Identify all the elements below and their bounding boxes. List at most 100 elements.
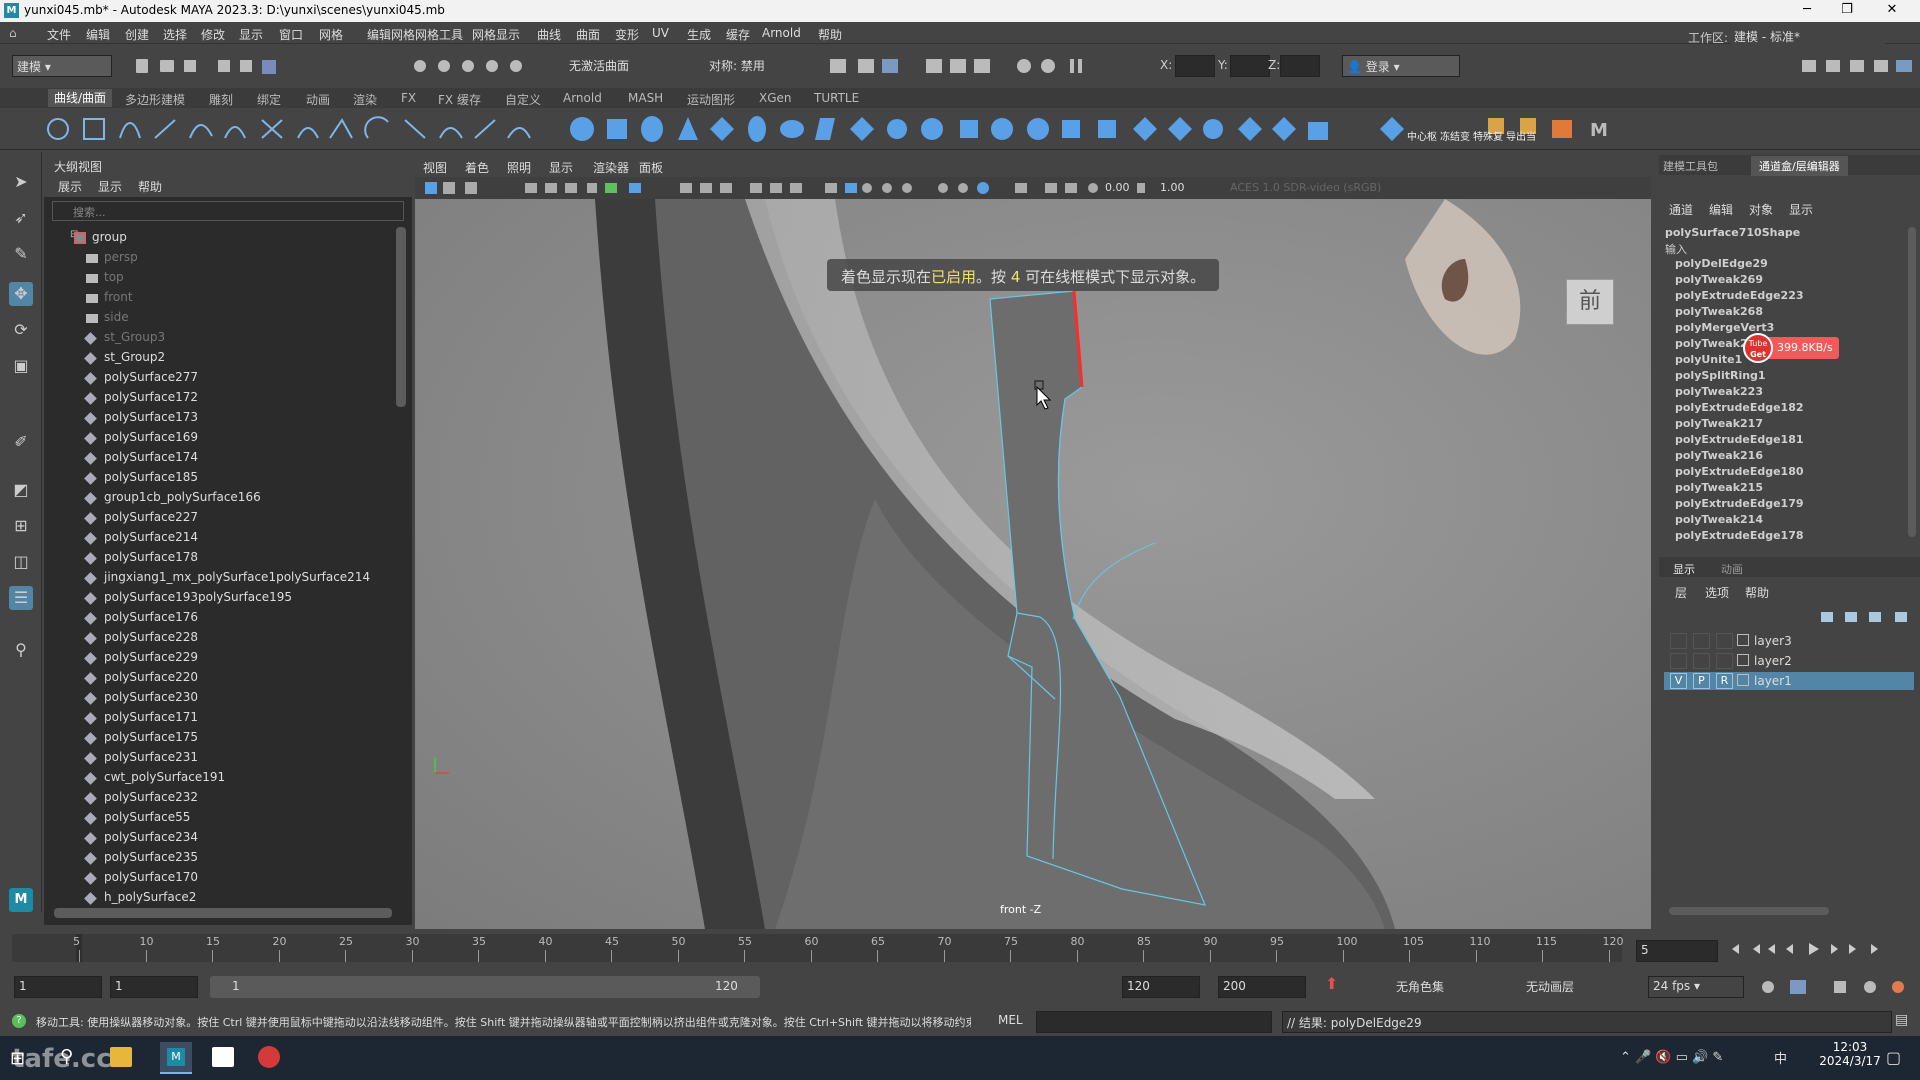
recorder-icon[interactable] bbox=[258, 1046, 280, 1068]
shelf-tab-7[interactable]: FX 缓存 bbox=[438, 91, 481, 108]
layer-menu-2[interactable]: 帮助 bbox=[1745, 584, 1769, 601]
search-icon[interactable]: ⚲ bbox=[9, 638, 33, 662]
tab-modeling-toolkit[interactable]: 建模工具包 bbox=[1663, 158, 1718, 174]
exposure-value[interactable]: 0.00 bbox=[1105, 181, 1130, 194]
menu-16[interactable]: 缓存 bbox=[726, 26, 750, 43]
playback-controls[interactable] bbox=[1725, 938, 1920, 960]
layer-action-icons[interactable] bbox=[1819, 609, 1919, 625]
x-coord-input[interactable] bbox=[1175, 55, 1215, 77]
outliner-h-scrollbar[interactable] bbox=[54, 908, 392, 918]
history-node[interactable]: polyExtrudeEdge223 bbox=[1675, 289, 1804, 302]
outliner-item[interactable]: polySurface277 bbox=[44, 368, 394, 388]
shelf-tab-2[interactable]: 雕刻 bbox=[209, 91, 233, 108]
history-node[interactable]: polyTweak223 bbox=[1675, 385, 1763, 398]
tab-display[interactable]: 显示 bbox=[1673, 561, 1695, 577]
download-badge[interactable]: 399.8KB/s Tube Get bbox=[1725, 333, 1865, 363]
history-node[interactable]: polyTweak217 bbox=[1675, 417, 1763, 430]
outliner-item[interactable]: polySurface231 bbox=[44, 748, 394, 768]
layer-r-toggle[interactable]: R bbox=[1716, 673, 1733, 689]
outliner-item[interactable]: polySurface229 bbox=[44, 648, 394, 668]
menu-13[interactable]: 变形 bbox=[615, 26, 639, 43]
outliner-item[interactable]: jingxiang1_mx_polySurface1polySurface214 bbox=[44, 568, 394, 588]
outliner-item[interactable]: polySurface193polySurface195 bbox=[44, 588, 394, 608]
history-node[interactable]: polyDelEdge29 bbox=[1675, 257, 1768, 270]
playback-option-icons[interactable] bbox=[1752, 976, 1917, 998]
menu-10[interactable]: 网格显示 bbox=[472, 26, 520, 43]
home-icon[interactable]: ⌂ bbox=[9, 26, 17, 40]
outliner-item[interactable]: persp bbox=[44, 248, 394, 268]
menu-17[interactable]: Arnold bbox=[762, 26, 801, 40]
outliner-item[interactable]: h_polySurface2 bbox=[44, 888, 394, 908]
viewcube[interactable]: 前 bbox=[1566, 279, 1614, 325]
viewport-menu-5[interactable]: 面板 bbox=[639, 159, 663, 176]
menu-9[interactable]: 网格工具 bbox=[415, 26, 463, 43]
history-node[interactable]: polyTweak269 bbox=[1675, 273, 1763, 286]
history-node[interactable]: polyTweak216 bbox=[1675, 449, 1763, 462]
two-view-icon[interactable]: ◫ bbox=[9, 550, 33, 574]
range-start-field[interactable]: 1 bbox=[110, 976, 198, 998]
outliner-item[interactable]: polySurface170 bbox=[44, 868, 394, 888]
history-node[interactable]: polyExtrudeEdge180 bbox=[1675, 465, 1804, 478]
history-node[interactable]: polyExtrudeEdge182 bbox=[1675, 401, 1804, 414]
tab-animation[interactable]: 动画 bbox=[1721, 561, 1743, 577]
command-input[interactable] bbox=[1036, 1011, 1272, 1033]
shelf-tab-12[interactable]: XGen bbox=[759, 91, 792, 105]
script-editor-icon[interactable]: ▤ bbox=[1895, 1012, 1908, 1028]
outliner-item[interactable]: polySurface230 bbox=[44, 688, 394, 708]
outliner-menu-0[interactable]: 展示 bbox=[58, 178, 82, 195]
outliner-item[interactable]: polySurface227 bbox=[44, 508, 394, 528]
maximize-button[interactable]: ❐ bbox=[1827, 2, 1867, 20]
colorspace-dropdown[interactable]: ACES 1.0 SDR-video (sRGB) bbox=[1230, 181, 1381, 194]
channelbox-menu-2[interactable]: 对象 bbox=[1749, 201, 1773, 218]
layer-menu-1[interactable]: 选项 bbox=[1705, 584, 1729, 601]
history-node[interactable]: polyTweak215 bbox=[1675, 481, 1763, 494]
shelf-text-button-0[interactable]: 中心枢 bbox=[1407, 128, 1437, 143]
close-button[interactable]: ✕ bbox=[1872, 2, 1912, 20]
outliner-item[interactable]: polySurface214 bbox=[44, 528, 394, 548]
live-surface-field[interactable]: 无激活曲面 bbox=[565, 55, 670, 77]
search-taskbar-icon[interactable]: ⚲ bbox=[60, 1046, 73, 1067]
soft-select-icon[interactable]: ✐ bbox=[9, 430, 33, 454]
app-icon-2[interactable] bbox=[212, 1047, 234, 1067]
y-coord-input[interactable] bbox=[1230, 55, 1270, 77]
script-lang-toggle[interactable]: MEL bbox=[998, 1013, 1023, 1027]
ime-indicator[interactable]: 中 bbox=[1774, 1048, 1787, 1067]
shelf-text-button-1[interactable]: 冻结变 bbox=[1440, 128, 1470, 143]
tray-icons[interactable]: ⌃ 🎤 🔇 ▭ 🔊 ✎ bbox=[1620, 1050, 1723, 1065]
viewport-menu-1[interactable]: 着色 bbox=[465, 159, 489, 176]
shelf-tab-5[interactable]: 渲染 bbox=[353, 91, 377, 108]
channelbox-menu-1[interactable]: 编辑 bbox=[1709, 201, 1733, 218]
outliner-item[interactable]: st_Group3 bbox=[44, 328, 394, 348]
minimize-button[interactable]: ─ bbox=[1787, 2, 1827, 20]
outliner-item[interactable]: polySurface178 bbox=[44, 548, 394, 568]
history-node[interactable]: polyExtrudeEdge179 bbox=[1675, 497, 1804, 510]
outliner-item[interactable]: polySurface169 bbox=[44, 428, 394, 448]
menu-set-dropdown[interactable]: 建模 ▾ bbox=[12, 55, 112, 77]
start-icon[interactable]: ⊞ bbox=[10, 1048, 32, 1070]
outliner-item[interactable]: polySurface172 bbox=[44, 388, 394, 408]
rotate-tool-icon[interactable]: ⟳ bbox=[9, 318, 33, 342]
outliner-item[interactable]: polySurface235 bbox=[44, 848, 394, 868]
menu-8[interactable]: 编辑网格 bbox=[367, 26, 415, 43]
outliner-item[interactable]: polySurface171 bbox=[44, 708, 394, 728]
layer-color-swatch[interactable] bbox=[1737, 634, 1749, 646]
shelf-tab-6[interactable]: FX bbox=[401, 91, 416, 105]
shelf-text-button-3[interactable]: 导出当 bbox=[1506, 128, 1536, 143]
layer-r-toggle[interactable] bbox=[1716, 653, 1733, 669]
range-bar[interactable]: 1 120 bbox=[210, 976, 760, 998]
channelbox-menu-3[interactable]: 显示 bbox=[1789, 201, 1813, 218]
menu-4[interactable]: 修改 bbox=[201, 26, 225, 43]
select-tool-icon[interactable]: ➤ bbox=[9, 170, 33, 194]
outliner-item[interactable]: polySurface173 bbox=[44, 408, 394, 428]
menu-7[interactable]: 网格 bbox=[319, 26, 343, 43]
history-node[interactable]: polyTweak214 bbox=[1675, 513, 1763, 526]
outliner-item[interactable]: polySurface175 bbox=[44, 728, 394, 748]
channelbox-scrollbar[interactable] bbox=[1908, 227, 1916, 537]
outliner-search[interactable]: 搜索... bbox=[52, 201, 404, 221]
menu-11[interactable]: 曲线 bbox=[537, 26, 561, 43]
outliner-item[interactable]: polySurface174 bbox=[44, 448, 394, 468]
shelf-tab-8[interactable]: 自定义 bbox=[505, 91, 541, 108]
outliner-item[interactable]: cwt_polySurface191 bbox=[44, 768, 394, 788]
layer-v-toggle[interactable]: V bbox=[1670, 673, 1687, 689]
layer-row[interactable]: layer2 bbox=[1664, 652, 1914, 670]
